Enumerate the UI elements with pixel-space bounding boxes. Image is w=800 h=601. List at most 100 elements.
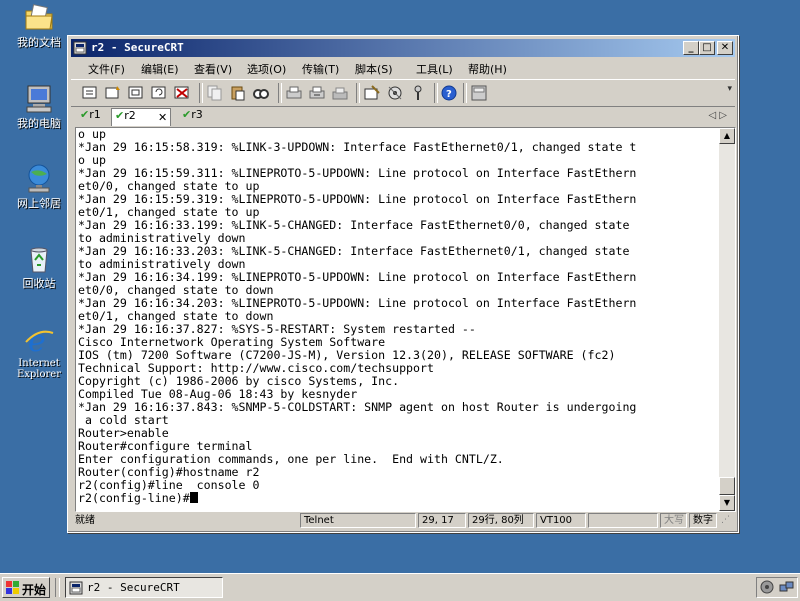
- minimize-button[interactable]: _: [683, 41, 699, 55]
- taskbar-item-securecrt[interactable]: r2 - SecureCRT: [65, 577, 223, 598]
- key-map-icon[interactable]: [409, 84, 427, 102]
- status-emulation: VT100: [536, 513, 586, 528]
- tab-label: r3: [191, 108, 203, 121]
- terminal-line: *Jan 29 16:16:37.843: %SNMP-5-COLDSTART:…: [78, 400, 637, 414]
- terminal-line: r2(config-line)#: [78, 492, 718, 505]
- desktop-icon-my-documents[interactable]: 我的文档: [6, 2, 72, 49]
- svg-text:e: e: [28, 324, 46, 356]
- menu-transfer[interactable]: 传输(T): [302, 61, 339, 77]
- maximize-button[interactable]: □: [699, 41, 715, 55]
- session-options-icon[interactable]: [363, 84, 381, 102]
- vertical-scrollbar[interactable]: ▲ ▼: [719, 128, 735, 511]
- tab-label: r2: [124, 109, 136, 122]
- connected-check-icon: ✔: [115, 109, 125, 122]
- status-terminal-size: 29行, 80列: [468, 513, 534, 528]
- toolbar-separator: [463, 83, 467, 103]
- taskbar-item-label: r2 - SecureCRT: [87, 581, 180, 594]
- title-bar[interactable]: r2 - SecureCRT _ □ ✕: [71, 39, 735, 57]
- help-icon[interactable]: ?: [440, 84, 458, 102]
- quick-connect-icon[interactable]: [104, 84, 122, 102]
- desktop-icon-label: 网上邻居: [17, 197, 61, 210]
- securecrt-window: r2 - SecureCRT _ □ ✕ 文件(F) 编辑(E) 查看(V) 选…: [67, 35, 739, 533]
- tray-volume-icon[interactable]: [760, 580, 775, 598]
- connected-check-icon: ✔: [182, 108, 192, 121]
- menu-bar: 文件(F) 编辑(E) 查看(V) 选项(O) 传输(T) 脚本(S) 工具(L…: [71, 58, 735, 77]
- toolbar-separator: [434, 83, 438, 103]
- toolbar-separator: [199, 83, 203, 103]
- tab-r1[interactable]: ✔r1: [77, 108, 107, 126]
- menu-file[interactable]: 文件(F): [88, 61, 125, 77]
- status-num: 数字: [689, 513, 717, 528]
- tab-scroll-arrows-icon[interactable]: ◁ ▷: [708, 110, 727, 121]
- tab-r3[interactable]: ✔r3: [179, 108, 209, 126]
- securecrt-app-icon: [69, 581, 83, 598]
- keypad-icon[interactable]: [470, 84, 488, 102]
- menu-script[interactable]: 脚本(S): [355, 61, 393, 77]
- ie-icon: e: [23, 324, 55, 359]
- session-tabs: ✔r1 ✔r2 ✕ ✔r3 ◁ ▷: [71, 107, 735, 127]
- desktop-icon-network[interactable]: 网上邻居: [6, 163, 72, 210]
- computer-icon: [23, 83, 55, 115]
- menu-view[interactable]: 查看(V): [194, 61, 232, 77]
- print-icon[interactable]: [285, 84, 303, 102]
- recycle-bin-icon: [23, 243, 55, 275]
- close-button[interactable]: ✕: [717, 41, 733, 55]
- menu-help[interactable]: 帮助(H): [468, 61, 507, 77]
- window-title: r2 - SecureCRT: [91, 41, 184, 54]
- terminal-panel: o up *Jan 29 16:15:58.319: %LINK-3-UPDOWN…: [75, 127, 736, 512]
- terminal-line: *Jan 29 16:15:58.319: %LINK-3-UPDOWN: In…: [78, 140, 637, 154]
- minimize-icon: _: [688, 42, 694, 53]
- taskbar-separator: [55, 578, 60, 597]
- printer-icon[interactable]: [331, 84, 349, 102]
- menu-edit[interactable]: 编辑(E): [141, 61, 179, 77]
- start-button[interactable]: 开始: [2, 577, 50, 598]
- desktop-icon-label: 我的电脑: [17, 117, 61, 130]
- toolbar-separator: [278, 83, 282, 103]
- desktop-icon-label: 我的文档: [17, 36, 61, 49]
- find-icon[interactable]: [252, 84, 270, 102]
- connect-in-tab-icon[interactable]: [127, 84, 145, 102]
- system-tray: [756, 577, 798, 598]
- resize-grip-icon[interactable]: ⋰: [721, 515, 730, 525]
- status-cursor-position: 29, 17: [418, 513, 466, 528]
- desktop-icon-label: 回收站: [22, 277, 56, 290]
- scroll-down-icon[interactable]: ▼: [719, 495, 735, 511]
- tab-label: r1: [89, 108, 101, 121]
- close-icon: ✕: [720, 42, 730, 53]
- menu-tools[interactable]: 工具(L): [416, 61, 453, 77]
- windows-logo-icon: [6, 581, 20, 597]
- tab-close-icon[interactable]: ✕: [158, 111, 167, 124]
- paste-icon[interactable]: [229, 84, 247, 102]
- maximize-icon: □: [702, 42, 712, 53]
- toolbar: ? ▾: [71, 79, 735, 107]
- tray-network-icon[interactable]: [779, 580, 794, 598]
- status-protocol: Telnet: [300, 513, 416, 528]
- terminal-output[interactable]: o up *Jan 29 16:15:58.319: %LINK-3-UPDOWN…: [78, 128, 718, 511]
- disconnect-icon[interactable]: [173, 84, 191, 102]
- desktop-icon-label: Internet Explorer: [16, 358, 62, 380]
- network-icon: [23, 163, 55, 195]
- connect-icon[interactable]: [81, 84, 99, 102]
- print-selection-icon[interactable]: [308, 84, 326, 102]
- scroll-up-icon[interactable]: ▲: [719, 128, 735, 144]
- svg-text:?: ?: [446, 89, 452, 100]
- desktop-icon-my-computer[interactable]: 我的电脑: [6, 83, 72, 130]
- toolbar-separator: [356, 83, 360, 103]
- copy-icon[interactable]: [206, 84, 224, 102]
- global-options-icon[interactable]: [386, 84, 404, 102]
- terminal-cursor: [189, 492, 198, 503]
- status-empty: [588, 513, 658, 528]
- desktop-icon-recycle-bin[interactable]: 回收站: [6, 243, 72, 290]
- status-caps: 大写: [660, 513, 687, 528]
- desktop-icon-internet-explorer[interactable]: e Internet Explorer: [6, 324, 72, 380]
- menu-options[interactable]: 选项(O): [247, 61, 286, 77]
- terminal-line: a cold start: [78, 413, 169, 427]
- status-bar: 就绪 Telnet 29, 17 29行, 80列 VT100 大写 数字 ⋰: [71, 512, 735, 529]
- scroll-thumb[interactable]: [719, 477, 735, 495]
- folder-documents-icon: [23, 2, 55, 34]
- reconnect-icon[interactable]: [150, 84, 168, 102]
- taskbar: 开始 r2 - SecureCRT: [0, 573, 800, 601]
- toolbar-overflow-icon[interactable]: ▾: [727, 84, 732, 94]
- tab-r2[interactable]: ✔r2 ✕: [111, 108, 171, 126]
- securecrt-app-icon: [73, 41, 87, 55]
